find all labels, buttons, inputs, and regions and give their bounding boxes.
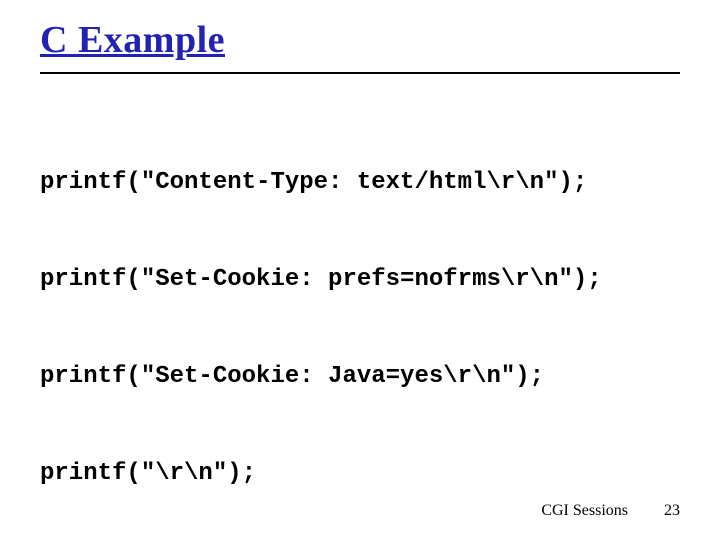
title-underline-rule xyxy=(40,72,680,74)
footer-page-number: 23 xyxy=(664,502,680,519)
slide: C Example printf("Content-Type: text/htm… xyxy=(0,0,720,540)
code-line: printf("Set-Cookie: Java=yes\r\n"); xyxy=(40,361,680,393)
code-line: printf("Content-Type: text/html\r\n"); xyxy=(40,167,680,199)
footer-label: CGI Sessions xyxy=(541,502,628,519)
code-line: printf("Set-Cookie: prefs=nofrms\r\n"); xyxy=(40,264,680,296)
code-line: printf("\r\n"); xyxy=(40,458,680,490)
slide-title: C Example xyxy=(40,18,680,64)
code-block: printf("Content-Type: text/html\r\n"); p… xyxy=(40,102,680,540)
slide-footer: CGI Sessions 23 xyxy=(541,502,680,520)
